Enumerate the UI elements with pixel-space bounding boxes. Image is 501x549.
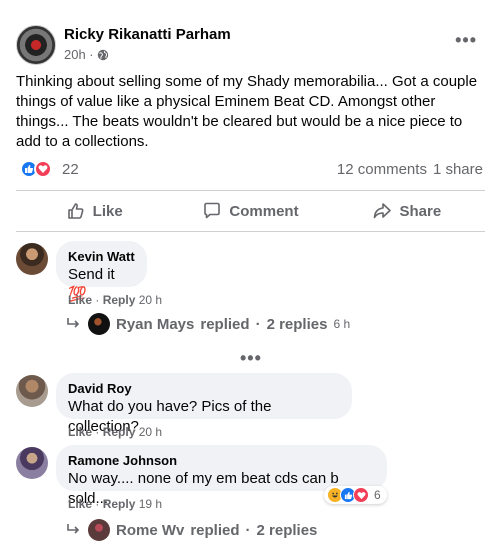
comment-like-link[interactable]: Like bbox=[68, 497, 92, 511]
comment-button[interactable]: Comment bbox=[172, 192, 328, 230]
avatar bbox=[88, 519, 110, 541]
comment-reply-link[interactable]: Reply bbox=[103, 293, 136, 307]
comment-actions: Like · Reply 20 h bbox=[68, 425, 162, 439]
comment-bubble: David Roy What do you have? Pics of the … bbox=[56, 373, 352, 435]
comment: Kevin Watt Send it 💯 Like · Reply 20 h R… bbox=[16, 241, 486, 351]
reply-author: Ryan Mays bbox=[116, 315, 195, 333]
divider bbox=[16, 190, 485, 191]
comment-like-link[interactable]: Like bbox=[68, 293, 92, 307]
divider bbox=[16, 231, 485, 232]
comment: David Roy What do you have? Pics of the … bbox=[16, 373, 486, 443]
reaction-count[interactable]: 22 bbox=[62, 161, 79, 178]
post-card: Ricky Rikanatti Parham 20h · ••• Thinkin… bbox=[0, 0, 501, 549]
love-reaction-icon bbox=[353, 487, 369, 503]
author-avatar[interactable] bbox=[16, 25, 56, 65]
comment-reply-link[interactable]: Reply bbox=[103, 497, 136, 511]
comment-reply-link[interactable]: Reply bbox=[103, 425, 136, 439]
replied-label: replied bbox=[200, 315, 250, 333]
comment-reaction-count: 6 bbox=[374, 488, 381, 502]
reaction-icons[interactable] bbox=[20, 160, 52, 178]
like-button[interactable]: Like bbox=[16, 192, 172, 230]
replies-count: 2 replies bbox=[256, 521, 318, 539]
avatar[interactable] bbox=[16, 243, 48, 275]
post-meta: 20h · bbox=[64, 47, 109, 62]
more-options-icon[interactable]: ••• bbox=[455, 30, 477, 51]
author-name[interactable]: Ricky Rikanatti Parham bbox=[64, 26, 231, 43]
like-label: Like bbox=[92, 202, 123, 220]
view-replies-link[interactable]: Ryan Mays replied · 2 replies 6 h bbox=[66, 313, 350, 335]
post-body: Thinking about selling some of my Shady … bbox=[16, 73, 478, 150]
post-stats: 12 comments 1 share bbox=[337, 161, 483, 178]
share-label: Share bbox=[399, 202, 442, 220]
comment-actions: Like · Reply 20 h bbox=[68, 293, 162, 307]
commenter-name[interactable]: Ramone Johnson bbox=[68, 453, 375, 469]
comment-time[interactable]: 20 h bbox=[139, 425, 162, 439]
love-reaction-icon bbox=[34, 160, 52, 178]
comment-like-link[interactable]: Like bbox=[68, 425, 92, 439]
comment-time[interactable]: 19 h bbox=[139, 497, 162, 511]
reply-author: Rome Wv bbox=[116, 521, 185, 539]
comment-reactions[interactable]: 6 bbox=[324, 486, 387, 504]
comment-bubble-icon bbox=[204, 202, 221, 219]
separator: · bbox=[95, 293, 100, 307]
comment-bubble: Ramone Johnson No way.... none of my em … bbox=[56, 445, 387, 507]
reactions-bar: 22 12 comments 1 share bbox=[16, 158, 485, 182]
comment-bubble: Kevin Watt Send it 💯 bbox=[56, 241, 147, 303]
share-button[interactable]: Share bbox=[329, 192, 485, 230]
separator: · bbox=[245, 521, 251, 539]
view-replies-link[interactable]: Rome Wv replied · 2 replies bbox=[66, 519, 317, 541]
comment-actions: Like · Reply 19 h bbox=[68, 497, 162, 511]
post-header: Ricky Rikanatti Parham 20h · ••• bbox=[16, 20, 485, 66]
reply-time: 6 h bbox=[333, 317, 351, 331]
reply-arrow-icon bbox=[67, 524, 80, 534]
reply-arrow-icon bbox=[67, 318, 80, 328]
replied-label: replied bbox=[190, 521, 240, 539]
replies-count: 2 replies bbox=[266, 315, 328, 333]
post-time[interactable]: 20h · bbox=[64, 47, 94, 62]
comment-label: Comment bbox=[229, 202, 299, 220]
separator: · bbox=[255, 315, 261, 333]
comment-time[interactable]: 20 h bbox=[139, 293, 162, 307]
commenter-name[interactable]: David Roy bbox=[68, 381, 340, 397]
separator: · bbox=[95, 497, 100, 511]
avatar bbox=[88, 313, 110, 335]
separator: · bbox=[95, 425, 100, 439]
share-arrow-icon bbox=[374, 203, 392, 219]
globe-icon bbox=[97, 49, 108, 60]
more-comments-icon[interactable]: ••• bbox=[240, 348, 262, 369]
comment: Ramone Johnson No way.... none of my em … bbox=[16, 445, 486, 545]
post-actions: Like Comment Share bbox=[16, 192, 485, 230]
shares-count-link[interactable]: 1 share bbox=[433, 161, 483, 178]
avatar[interactable] bbox=[16, 447, 48, 479]
avatar[interactable] bbox=[16, 375, 48, 407]
comments-count-link[interactable]: 12 comments bbox=[337, 161, 427, 178]
thumbs-up-icon bbox=[67, 203, 84, 219]
commenter-name[interactable]: Kevin Watt bbox=[68, 249, 135, 265]
